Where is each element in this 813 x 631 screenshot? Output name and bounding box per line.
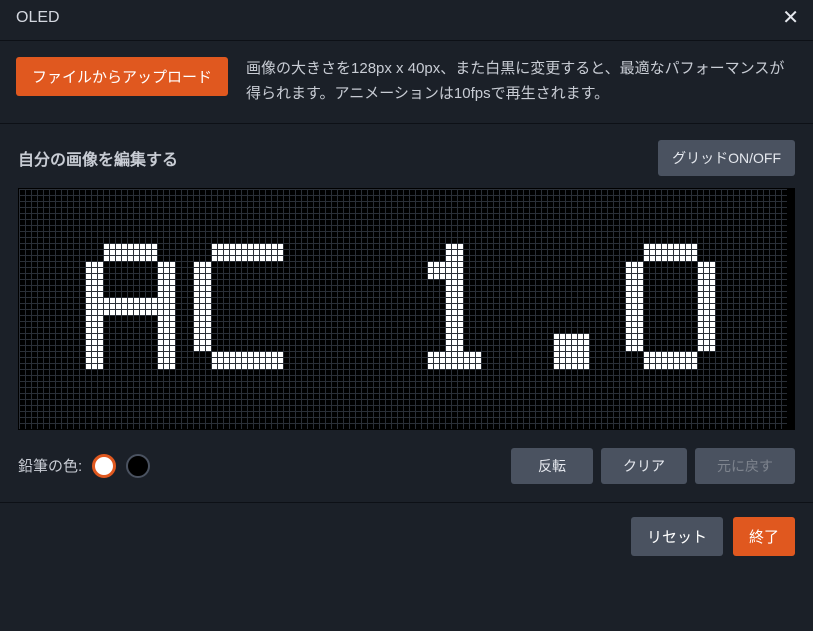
editor-title: 自分の画像を編集する — [18, 146, 178, 170]
editor-section: 自分の画像を編集する グリッドON/OFF 鉛筆の色: 反転 クリア 元に戻す — [0, 123, 813, 502]
upload-row: ファイルからアップロード 画像の大きさを128px x 40px、また白黒に変更… — [16, 57, 797, 107]
pencil-black-swatch[interactable] — [126, 454, 150, 478]
done-button[interactable]: 終了 — [733, 517, 795, 556]
dialog-footer: リセット 終了 — [0, 502, 813, 570]
upload-section: ファイルからアップロード 画像の大きさを128px x 40px、また白黒に変更… — [0, 40, 813, 123]
editor-header: 自分の画像を編集する グリッドON/OFF — [18, 140, 795, 176]
undo-button[interactable]: 元に戻す — [695, 448, 795, 484]
grid-toggle-button[interactable]: グリッドON/OFF — [658, 140, 795, 176]
dialog-title: OLED — [16, 9, 60, 27]
titlebar: OLED ✕ — [0, 0, 813, 40]
editor-toolbar: 鉛筆の色: 反転 クリア 元に戻す — [18, 448, 795, 484]
pixel-canvas[interactable] — [19, 189, 787, 429]
pencil-white-swatch[interactable] — [92, 454, 116, 478]
oled-dialog: OLED ✕ ファイルからアップロード 画像の大きさを128px x 40px、… — [0, 0, 813, 570]
pencil-color-group: 鉛筆の色: — [18, 454, 150, 478]
reset-button[interactable]: リセット — [631, 517, 723, 556]
editor-actions: 反転 クリア 元に戻す — [511, 448, 795, 484]
upload-help-text: 画像の大きさを128px x 40px、また白黒に変更すると、最適なパフォーマン… — [246, 57, 797, 107]
invert-button[interactable]: 反転 — [511, 448, 593, 484]
pixel-canvas-wrap — [18, 188, 795, 430]
clear-button[interactable]: クリア — [601, 448, 687, 484]
pencil-label: 鉛筆の色: — [18, 455, 82, 476]
upload-button[interactable]: ファイルからアップロード — [16, 57, 228, 96]
close-icon[interactable]: ✕ — [782, 8, 799, 28]
